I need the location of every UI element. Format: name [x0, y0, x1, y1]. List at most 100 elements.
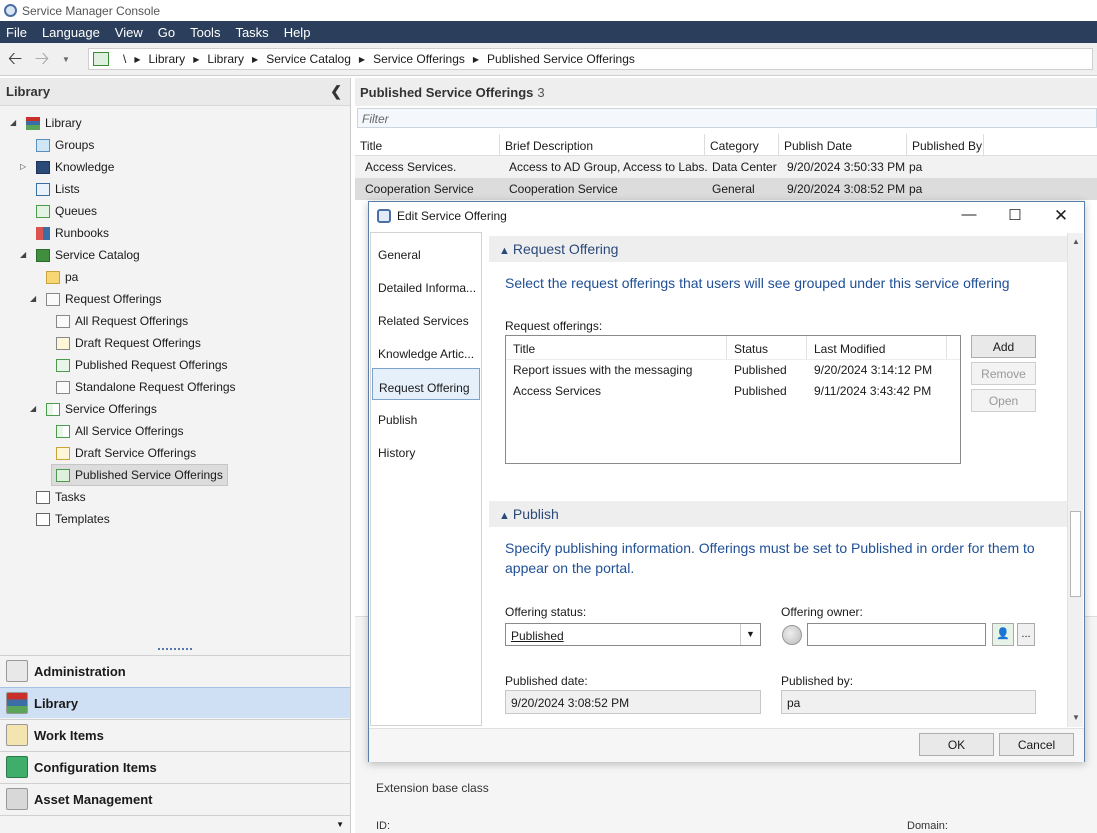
menu-help[interactable]: Help	[284, 25, 311, 40]
tree-item-service-offerings[interactable]: Service Offerings	[46, 398, 157, 420]
tree-item-service-catalog[interactable]: Service Catalog	[36, 244, 140, 266]
breadcrumb-separator-icon[interactable]: ▶	[193, 55, 199, 64]
expanded-arrow-icon[interactable]: ◢	[20, 250, 26, 259]
menu-language[interactable]: Language	[42, 25, 100, 40]
ok-button[interactable]: OK	[919, 733, 994, 756]
open-button[interactable]: Open	[971, 389, 1036, 412]
breadcrumb-root[interactable]: \	[123, 52, 126, 66]
column-header-brief-description[interactable]: Brief Description	[500, 134, 705, 156]
table-row[interactable]: Access Services. Access to AD Group, Acc…	[355, 156, 1097, 178]
breadcrumb-service-offerings[interactable]: Service Offerings	[373, 52, 465, 66]
filter-input[interactable]: Filter	[357, 108, 1097, 128]
more-workspaces-icon[interactable]: ▼	[336, 820, 344, 829]
add-button[interactable]: Add	[971, 335, 1036, 358]
tree-item-runbooks[interactable]: Runbooks	[36, 222, 109, 244]
breadcrumb-service-catalog[interactable]: Service Catalog	[266, 52, 351, 66]
request-offerings-list[interactable]: Title Status Last Modified Report issues…	[505, 335, 961, 464]
expanded-arrow-icon[interactable]: ◢	[10, 118, 16, 127]
tree-item-templates[interactable]: Templates	[36, 508, 110, 530]
tree-item-tasks[interactable]: Tasks	[36, 486, 86, 508]
scroll-up-icon[interactable]: ▲	[1072, 237, 1080, 246]
dialog-scrollbar[interactable]: ▲ ▼	[1067, 233, 1083, 727]
cancel-button[interactable]: Cancel	[999, 733, 1074, 756]
tree-item-request-offerings[interactable]: Request Offerings	[46, 288, 162, 310]
menu-tasks[interactable]: Tasks	[235, 25, 268, 40]
tree-item-pa[interactable]: pa	[46, 266, 78, 288]
list-item[interactable]: Access Services Published 9/11/2024 3:43…	[506, 384, 960, 405]
tree-item-all-request-offerings[interactable]: All Request Offerings	[56, 310, 188, 332]
history-dropdown-icon[interactable]: ▼	[62, 55, 70, 64]
offering-status-select[interactable]: Published ▼	[505, 623, 761, 646]
tab-publish[interactable]: Publish	[371, 401, 481, 433]
column-header-title[interactable]: Title	[355, 134, 500, 156]
chevron-down-icon[interactable]: ▼	[740, 624, 760, 645]
collapse-chevron-icon[interactable]: ▲	[499, 245, 510, 257]
column-header-status[interactable]: Status	[727, 336, 807, 359]
breadcrumb-separator-icon[interactable]: ▶	[473, 55, 479, 64]
menu-view[interactable]: View	[115, 25, 143, 40]
column-header-published-by[interactable]: Published By	[907, 134, 984, 156]
menu-go[interactable]: Go	[158, 25, 175, 40]
menu-tools[interactable]: Tools	[190, 25, 220, 40]
scrollbar-thumb[interactable]	[1070, 511, 1081, 597]
document-icon	[56, 314, 70, 328]
tab-request-offering[interactable]: Request Offering	[372, 368, 480, 400]
tree-item-published-request-offerings[interactable]: Published Request Offerings	[56, 354, 228, 376]
column-header-last-modified[interactable]: Last Modified	[807, 336, 947, 359]
tree-item-queues[interactable]: Queues	[36, 200, 97, 222]
tree-item-draft-service-offerings[interactable]: Draft Service Offerings	[56, 442, 196, 464]
minimize-icon[interactable]: —	[957, 206, 981, 226]
table-row-selected[interactable]: Cooperation Service Cooperation Service …	[355, 178, 1097, 200]
pane-splitter-handle[interactable]	[158, 648, 192, 650]
breadcrumb-published-service-offerings[interactable]: Published Service Offerings	[487, 52, 635, 66]
tree-item-published-service-offerings[interactable]: Published Service Offerings	[51, 464, 228, 486]
tab-history[interactable]: History	[371, 434, 481, 466]
tree-item-standalone-request-offerings[interactable]: Standalone Request Offerings	[56, 376, 236, 398]
tab-related-services[interactable]: Related Services	[371, 302, 481, 334]
back-arrow-icon[interactable]: 🡠	[5, 49, 25, 68]
workspace-library[interactable]: Library	[0, 687, 350, 718]
navigation-pane-header: Library ❮	[0, 78, 350, 106]
publish-section-header[interactable]: ▲ Publish	[489, 501, 1067, 527]
tree-item-lists[interactable]: Lists	[36, 178, 80, 200]
menu-file[interactable]: File	[6, 25, 27, 40]
console-home-icon[interactable]	[93, 52, 109, 66]
collapsed-arrow-icon[interactable]: ▷	[20, 162, 26, 171]
remove-button[interactable]: Remove	[971, 362, 1036, 385]
tree-item-library[interactable]: Library	[26, 112, 82, 134]
breadcrumb-library-2[interactable]: Library	[207, 52, 244, 66]
collapse-pane-icon[interactable]: ❮	[330, 83, 342, 100]
tree-item-draft-request-offerings[interactable]: Draft Request Offerings	[56, 332, 201, 354]
column-header-category[interactable]: Category	[705, 134, 779, 156]
tab-knowledge-articles[interactable]: Knowledge Artic...	[371, 335, 481, 367]
breadcrumb-separator-icon[interactable]: ▶	[359, 55, 365, 64]
tree-item-all-service-offerings[interactable]: All Service Offerings	[56, 420, 184, 442]
list-item[interactable]: Report issues with the messaging Publish…	[506, 363, 960, 384]
workspace-work-items[interactable]: Work Items	[0, 719, 350, 750]
breadcrumb-separator-icon[interactable]: ▶	[252, 55, 258, 64]
expanded-arrow-icon[interactable]: ◢	[30, 404, 36, 413]
request-offering-section-header[interactable]: ▲ Request Offering	[489, 236, 1067, 262]
close-icon[interactable]: ✕	[1049, 206, 1073, 226]
breadcrumb-separator-icon[interactable]: ▶	[134, 55, 140, 64]
expanded-arrow-icon[interactable]: ◢	[30, 294, 36, 303]
browse-owner-button[interactable]: ...	[1017, 623, 1035, 646]
scroll-down-icon[interactable]: ▼	[1072, 713, 1080, 722]
tree-item-knowledge[interactable]: Knowledge	[36, 156, 114, 178]
workspace-administration[interactable]: Administration	[0, 655, 350, 686]
column-header-publish-date[interactable]: Publish Date	[779, 134, 907, 156]
forward-arrow-icon[interactable]: 🡢	[32, 49, 52, 68]
user-picker-icon[interactable]: 👤	[992, 623, 1014, 646]
column-header-title[interactable]: Title	[506, 336, 727, 359]
workspace-label: Library	[34, 695, 79, 711]
workspace-asset-management[interactable]: Asset Management	[0, 783, 350, 814]
offering-owner-label: Offering owner:	[781, 605, 863, 619]
tab-detailed-information[interactable]: Detailed Informa...	[371, 269, 481, 301]
tree-item-groups[interactable]: Groups	[36, 134, 94, 156]
tab-general[interactable]: General	[371, 236, 481, 268]
offering-owner-input[interactable]	[807, 623, 986, 646]
breadcrumb-library-1[interactable]: Library	[149, 52, 186, 66]
collapse-chevron-icon[interactable]: ▲	[499, 510, 510, 522]
maximize-icon[interactable]: ☐	[1003, 206, 1027, 226]
workspace-configuration-items[interactable]: Configuration Items	[0, 751, 350, 782]
